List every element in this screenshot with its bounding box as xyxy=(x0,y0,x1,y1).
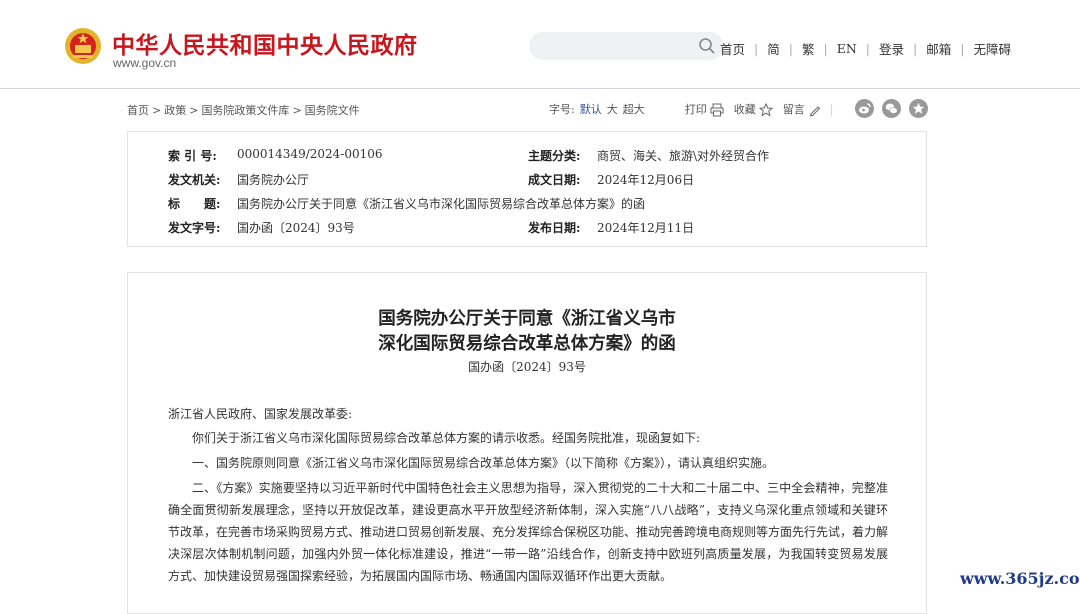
wechat-icon xyxy=(885,103,898,114)
favorite-button[interactable]: 收藏 xyxy=(734,101,773,117)
font-size-default[interactable]: 默认 xyxy=(580,101,602,117)
breadcrumb-separator: > xyxy=(189,104,199,117)
breadcrumb: 首页 > 政策 > 国务院政策文件库 > 国务院文件 xyxy=(127,102,360,118)
title-value: 国务院办公厅关于同意《浙江省义乌市深化国际贸易综合改革总体方案》的函 xyxy=(237,197,646,211)
weibo-icon xyxy=(859,103,871,114)
nav-login[interactable]: 登录 xyxy=(879,39,904,58)
wechat-share-button[interactable] xyxy=(882,99,901,118)
published-date-label: 发布日期: xyxy=(528,221,581,235)
font-size-large[interactable]: 大 xyxy=(607,101,618,117)
nav-home[interactable]: 首页 xyxy=(720,39,745,58)
nav-english[interactable]: EN xyxy=(837,41,857,56)
favorite-share-button[interactable] xyxy=(909,99,928,118)
site-header: 中华人民共和国中央人民政府 www.gov.cn 首页 | 简 | 繁 | EN… xyxy=(0,0,1080,89)
nav-separator: | xyxy=(960,41,965,56)
document-number: 国办函〔2024〕93号 xyxy=(468,360,586,374)
search-input[interactable] xyxy=(543,36,697,58)
document-title-line-2: 深化国际贸易综合改革总体方案》的函 xyxy=(378,334,676,354)
nav-separator: | xyxy=(788,41,793,56)
index-number-label: 索 引 号: xyxy=(168,149,217,163)
nav-separator: | xyxy=(865,41,870,56)
national-emblem-icon[interactable] xyxy=(64,25,102,67)
search-box[interactable] xyxy=(529,32,724,60)
paragraph-3: 二、《方案》实施要坚持以习近平新时代中国特色社会主义思想为指导，深入贯彻党的二十… xyxy=(168,481,889,583)
document-title-line-1: 国务院办公厅关于同意《浙江省义乌市 xyxy=(378,309,676,329)
doc-number-value: 国办函〔2024〕93号 xyxy=(237,221,355,235)
recipient: 浙江省人民政府、国家发展改革委: xyxy=(168,407,353,421)
published-date-value: 2024年12月11日 xyxy=(597,221,695,235)
comment-button[interactable]: 留言 xyxy=(783,101,822,117)
document-metadata: 索 引 号: 000014349/2024-00106 主题分类: 商贸、海关、… xyxy=(127,131,927,247)
star-icon xyxy=(912,102,925,114)
breadcrumb-policy-library[interactable]: 国务院政策文件库 xyxy=(201,104,289,117)
top-nav: 首页 | 简 | 繁 | EN | 登录 | 邮箱 | 无障碍 xyxy=(720,39,1011,58)
print-label: 打印 xyxy=(684,103,707,116)
nav-simplified[interactable]: 简 xyxy=(767,39,780,58)
nav-traditional[interactable]: 繁 xyxy=(802,39,815,58)
nav-separator: | xyxy=(913,41,918,56)
watermark: www.365jz.com xyxy=(956,569,1080,588)
breadcrumb-state-council-docs[interactable]: 国务院文件 xyxy=(305,104,360,117)
paragraph-2: 一、国务院原则同意《浙江省义乌市深化国际贸易综合改革总体方案》（以下简称《方案》… xyxy=(192,456,775,470)
site-title[interactable]: 中华人民共和国中央人民政府 xyxy=(112,26,418,60)
font-size-xlarge[interactable]: 超大 xyxy=(623,101,645,117)
article-tools: 字号: 默认 大 超大 打印 收藏 留言 | xyxy=(549,101,833,117)
weibo-share-button[interactable] xyxy=(855,99,874,118)
nav-accessibility[interactable]: 无障碍 xyxy=(973,39,1011,58)
breadcrumb-separator: > xyxy=(152,104,162,117)
created-date-label: 成文日期: xyxy=(528,173,581,187)
breadcrumb-separator: > xyxy=(292,104,302,117)
nav-separator: | xyxy=(754,41,759,56)
print-button[interactable]: 打印 xyxy=(685,101,724,117)
document-content: 国务院办公厅关于同意《浙江省义乌市 深化国际贸易综合改革总体方案》的函 国办函〔… xyxy=(127,272,927,614)
doc-number-label: 发文字号: xyxy=(168,221,221,235)
nav-separator: | xyxy=(823,41,828,56)
index-number-value: 000014349/2024-00106 xyxy=(237,147,383,161)
title-label: 标 题: xyxy=(168,197,221,211)
breadcrumb-home[interactable]: 首页 xyxy=(127,104,149,117)
font-size-label: 字号: xyxy=(549,103,575,116)
tool-separator: | xyxy=(829,102,834,116)
site-url: www.gov.cn xyxy=(113,56,177,70)
paragraph-1: 你们关于浙江省义乌市深化国际贸易综合改革总体方案的请示收悉。经国务院批准，现函复… xyxy=(192,431,701,445)
nav-mail[interactable]: 邮箱 xyxy=(926,39,951,58)
share-bar xyxy=(855,99,928,118)
issuer-value: 国务院办公厅 xyxy=(237,173,310,187)
breadcrumb-policy[interactable]: 政策 xyxy=(164,104,186,117)
printer-icon xyxy=(710,103,724,117)
comment-label: 留言 xyxy=(782,103,805,116)
created-date-value: 2024年12月06日 xyxy=(597,173,695,187)
topic-label: 主题分类: xyxy=(528,149,581,163)
star-icon xyxy=(758,103,773,117)
pencil-icon xyxy=(809,106,820,117)
favorite-label: 收藏 xyxy=(733,103,756,116)
topic-value: 商贸、海关、旅游\对外经贸合作 xyxy=(597,149,770,163)
issuer-label: 发文机关: xyxy=(168,173,221,187)
search-icon[interactable] xyxy=(698,37,716,55)
